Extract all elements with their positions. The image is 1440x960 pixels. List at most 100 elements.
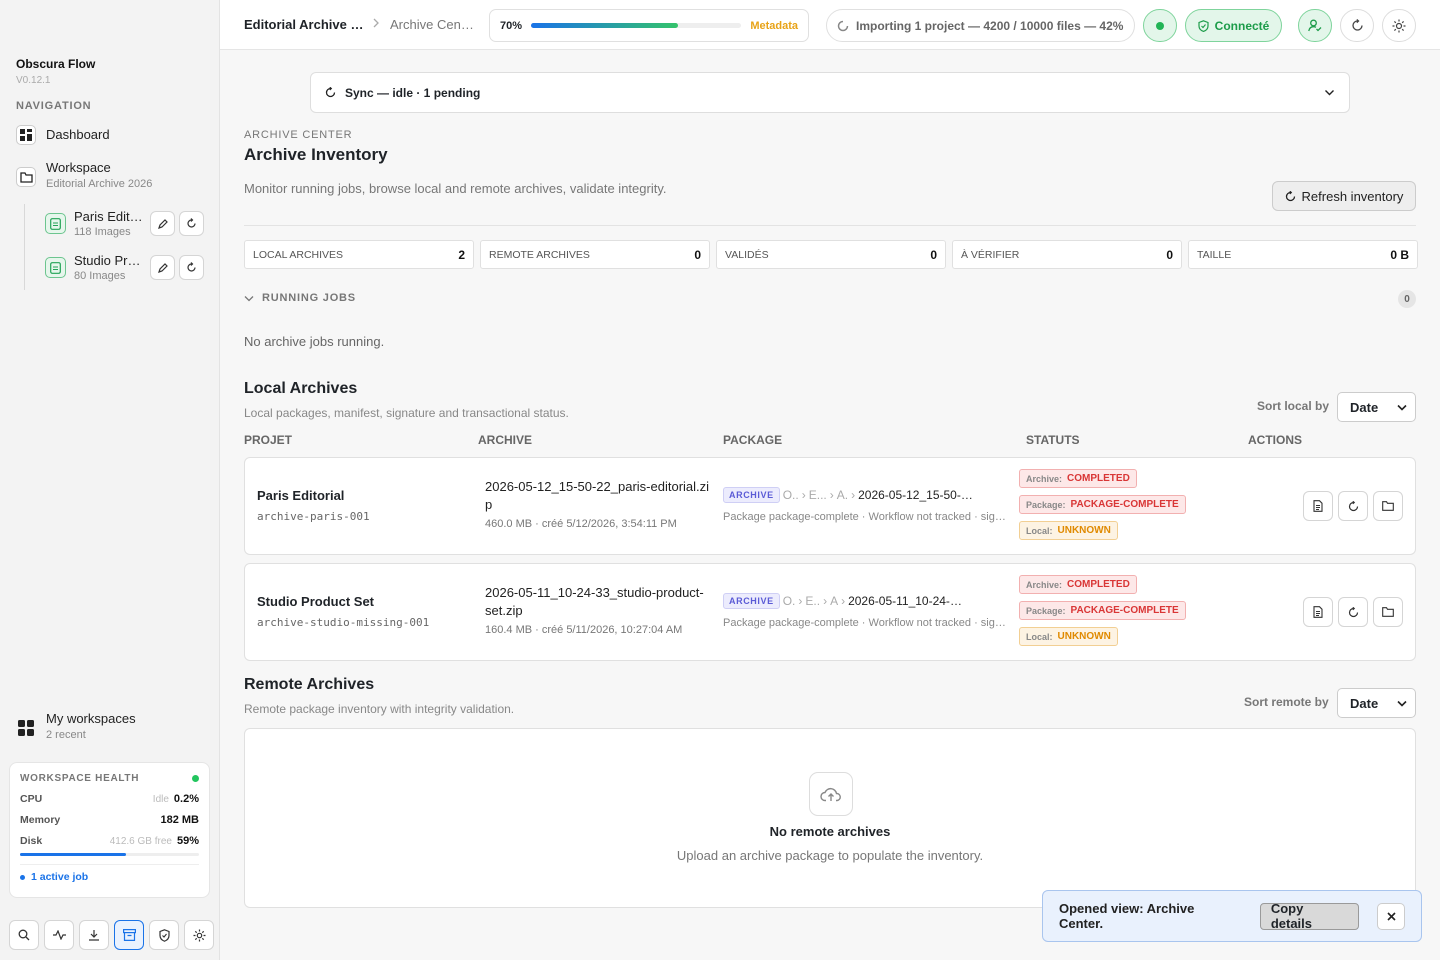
disk-usage-fill: [20, 853, 126, 856]
project-icon: [45, 213, 66, 234]
row-archive-meta: 460.0 MB · créé 5/12/2026, 3:54:11 PM: [485, 518, 677, 530]
dashboard-icon: [16, 125, 36, 145]
import-status-text: Importing 1 project — 4200 / 10000 files…: [856, 18, 1124, 33]
refresh-icon: [187, 218, 196, 228]
security-button[interactable]: [149, 920, 179, 950]
package-name: 2026-05-12_15-50-22_paris-editorial: [858, 488, 976, 502]
open-folder-button[interactable]: [1373, 597, 1403, 627]
revalidate-button[interactable]: [1338, 491, 1368, 521]
sidebar-item-dashboard[interactable]: Dashboard: [16, 125, 110, 145]
row-status-badges: Archive: COMPLETED Package: PACKAGE-COMPLE…: [1019, 469, 1186, 540]
row-archive-file: 2026-05-11_10-24-33_studio-product-set.z…: [485, 585, 704, 618]
status-badge: Local: UNKNOWN: [1019, 627, 1118, 646]
copy-details-button[interactable]: Copy details: [1259, 901, 1360, 931]
sidebar-item-my-workspaces[interactable]: My workspaces 2 recent: [16, 711, 136, 741]
workspace-label: Workspace: [46, 160, 111, 175]
edit-project-button[interactable]: [150, 211, 175, 236]
path-segment: E...: [808, 488, 827, 502]
active-job-link[interactable]: 1 active job: [20, 864, 199, 883]
sort-remote-select[interactable]: Date: [1337, 688, 1416, 718]
view-manifest-button[interactable]: [1303, 491, 1333, 521]
path-segment: A.: [836, 488, 849, 502]
running-jobs-toggle[interactable]: RUNNING JOBS: [244, 292, 356, 304]
stat-remote-archives: REMOTE ARCHIVES 0: [480, 240, 710, 269]
memory-row: Memory 182 MB: [20, 814, 199, 826]
sidebar: Obscura Flow V0.12.1 NAVIGATION Dashboar…: [0, 0, 220, 960]
sort-local-value: Date: [1350, 399, 1379, 415]
refresh-icon: [1348, 606, 1358, 617]
revalidate-button[interactable]: [1338, 597, 1368, 627]
remote-archives-title: Remote Archives: [244, 676, 375, 693]
settings-button[interactable]: [184, 920, 214, 950]
health-title: WORKSPACE HEALTH: [20, 773, 140, 784]
refresh-project-button[interactable]: [179, 211, 204, 236]
path-segment: A: [830, 594, 839, 608]
sort-local-label: Sort local by: [1257, 399, 1330, 413]
view-manifest-button[interactable]: [1303, 597, 1333, 627]
grid-icon: [16, 718, 36, 738]
row-actions: [1303, 491, 1403, 521]
refresh-inventory-button[interactable]: Refresh inventory: [1272, 181, 1416, 211]
edit-project-button[interactable]: [150, 255, 175, 280]
sync-status-bar[interactable]: Sync — idle · 1 pending: [310, 72, 1350, 113]
sidebar-item-workspace[interactable]: Workspace Editorial Archive 2026: [16, 160, 152, 190]
column-header-package: PACKAGE: [723, 433, 783, 447]
import-status-pill[interactable]: Importing 1 project — 4200 / 10000 files…: [826, 9, 1135, 42]
search-button[interactable]: [9, 920, 39, 950]
theme-toggle-button[interactable]: [1382, 9, 1416, 42]
app-version: V0.12.1: [16, 75, 51, 86]
sort-local-select[interactable]: Date: [1337, 392, 1416, 422]
download-button[interactable]: [79, 920, 109, 950]
folder-icon: [1382, 607, 1394, 617]
sidebar-toolbar: [9, 920, 214, 950]
folder-icon: [16, 167, 36, 187]
open-folder-button[interactable]: [1373, 491, 1403, 521]
row-actions: [1303, 597, 1403, 627]
package-tag: ARCHIVE: [723, 593, 780, 609]
pencil-icon: [157, 218, 168, 229]
refresh-icon: [1351, 19, 1363, 31]
project-name: Paris Editorial: [74, 209, 146, 224]
sidebar-project-paris[interactable]: Paris Editorial 118 Images: [45, 209, 207, 238]
stat-size: TAILLE 0 B: [1188, 240, 1418, 269]
connection-status-badge[interactable]: Connecté: [1185, 9, 1282, 42]
breadcrumb-current[interactable]: Archive Center: [390, 17, 474, 32]
user-button[interactable]: [1298, 9, 1332, 42]
stat-validated: VALIDÉS 0: [716, 240, 946, 269]
column-header-archive: ARCHIVE: [478, 433, 533, 447]
status-badge: Package: PACKAGE-COMPLETE: [1019, 601, 1186, 620]
breadcrumb-workspace[interactable]: Editorial Archive 2026: [244, 17, 366, 32]
refresh-icon: [325, 87, 336, 98]
document-icon: [1313, 606, 1323, 618]
stats-row: LOCAL ARCHIVES 2 REMOTE ARCHIVES 0 VALIDÉS…: [244, 240, 1418, 269]
badge-value: COMPLETED: [1067, 473, 1130, 484]
nav-heading: NAVIGATION: [16, 100, 92, 112]
pipeline-progress: 70% Metadata: [489, 9, 809, 42]
path-separator: ›: [841, 594, 846, 608]
remote-archives-empty-state: No remote archives Upload an archive pac…: [244, 728, 1416, 908]
refresh-project-button[interactable]: [179, 255, 204, 280]
badge-label: Archive:: [1026, 579, 1063, 590]
memory-value: 182 MB: [160, 814, 199, 826]
empty-state-title: No remote archives: [769, 824, 891, 839]
stat-label: TAILLE: [1197, 248, 1232, 261]
disk-usage-bar: [20, 853, 199, 856]
table-row[interactable]: Studio Product Set archive-studio-missin…: [244, 563, 1416, 661]
archive-button[interactable]: [114, 920, 144, 950]
table-row[interactable]: Paris Editorial archive-paris-001 2026-0…: [244, 457, 1416, 555]
chevron-down-icon[interactable]: [1324, 89, 1335, 96]
shield-check-icon: [1198, 19, 1209, 32]
badge-label: Package:: [1026, 499, 1066, 510]
sync-button[interactable]: [1340, 9, 1374, 42]
empty-state-description: Upload an archive package to populate th…: [676, 848, 984, 863]
activity-button[interactable]: [44, 920, 74, 950]
badge-label: Local:: [1026, 525, 1053, 536]
my-workspaces-label: My workspaces: [46, 711, 136, 726]
close-toast-button[interactable]: [1377, 902, 1405, 930]
project-icon: [45, 257, 66, 278]
live-status-indicator[interactable]: [1143, 9, 1177, 42]
sidebar-project-studio[interactable]: Studio Product Set 80 Images: [45, 253, 207, 282]
path-separator: ›: [801, 488, 806, 502]
status-badge: Local: UNKNOWN: [1019, 521, 1118, 540]
local-archives-title: Local Archives: [244, 380, 358, 397]
